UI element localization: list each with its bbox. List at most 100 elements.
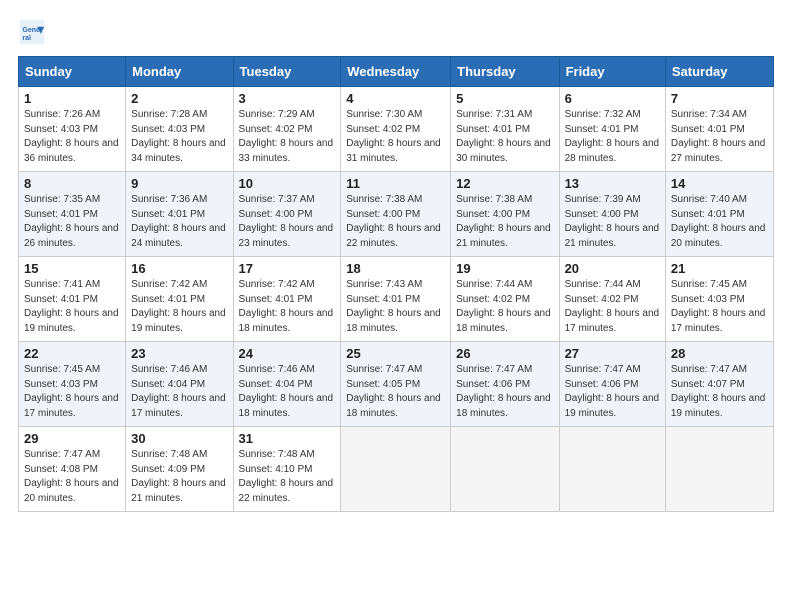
day-number: 12 — [456, 176, 553, 191]
day-cell-content: Sunrise: 7:39 AMSunset: 4:00 PMDaylight:… — [565, 193, 660, 251]
page: Gene- ral Sunday Monday Tuesday Wednesda… — [0, 0, 792, 612]
calendar-header-row: Sunday Monday Tuesday Wednesday Thursday… — [19, 57, 774, 87]
day-cell-content: Sunrise: 7:29 AMSunset: 4:02 PMDaylight:… — [239, 108, 336, 166]
col-header-thursday: Thursday — [451, 57, 559, 87]
day-number: 4 — [346, 91, 445, 106]
day-number: 18 — [346, 261, 445, 276]
day-cell-content: Sunrise: 7:32 AMSunset: 4:01 PMDaylight:… — [565, 108, 660, 166]
table-row: 1Sunrise: 7:26 AMSunset: 4:03 PMDaylight… — [19, 87, 126, 172]
table-row: 22 Sunrise: 7:45 AMSunset: 4:03 PMDayligh… — [19, 342, 126, 427]
day-number: 6 — [565, 91, 660, 106]
table-row: 26 Sunrise: 7:47 AMSunset: 4:06 PMDayligh… — [451, 342, 559, 427]
table-row: 25 Sunrise: 7:47 AMSunset: 4:05 PMDayligh… — [341, 342, 451, 427]
table-row — [665, 427, 773, 512]
day-cell-content: Sunrise: 7:48 AMSunset: 4:09 PMDaylight:… — [131, 448, 227, 506]
day-cell-content: Sunrise: 7:28 AMSunset: 4:03 PMDaylight:… — [131, 108, 227, 166]
table-row — [451, 427, 559, 512]
day-number: 13 — [565, 176, 660, 191]
day-number: 27 — [565, 346, 660, 361]
day-number: 11 — [346, 176, 445, 191]
day-cell-content: Sunrise: 7:47 AMSunset: 4:07 PMDaylight:… — [671, 363, 768, 421]
table-row — [559, 427, 665, 512]
table-row: 30 Sunrise: 7:48 AMSunset: 4:09 PMDayligh… — [126, 427, 233, 512]
day-number: 2 — [131, 91, 227, 106]
day-cell-content: Sunrise: 7:42 AMSunset: 4:01 PMDaylight:… — [131, 278, 227, 336]
calendar-table: Sunday Monday Tuesday Wednesday Thursday… — [18, 56, 774, 512]
day-cell-content: Sunrise: 7:41 AMSunset: 4:01 PMDaylight:… — [24, 278, 120, 336]
logo: Gene- ral — [18, 18, 50, 46]
calendar-week-row: 8Sunrise: 7:35 AMSunset: 4:01 PMDaylight… — [19, 172, 774, 257]
table-row: 3 Sunrise: 7:29 AMSunset: 4:02 PMDaylight… — [233, 87, 341, 172]
table-row: 9 Sunrise: 7:36 AMSunset: 4:01 PMDaylight… — [126, 172, 233, 257]
calendar-week-row: 1Sunrise: 7:26 AMSunset: 4:03 PMDaylight… — [19, 87, 774, 172]
day-number: 20 — [565, 261, 660, 276]
day-cell-content: Sunrise: 7:46 AMSunset: 4:04 PMDaylight:… — [131, 363, 227, 421]
table-row: 10 Sunrise: 7:37 AMSunset: 4:00 PMDayligh… — [233, 172, 341, 257]
col-header-monday: Monday — [126, 57, 233, 87]
day-number: 7 — [671, 91, 768, 106]
table-row: 17Sunrise: 7:42 AMSunset: 4:01 PMDayligh… — [233, 257, 341, 342]
day-number: 25 — [346, 346, 445, 361]
day-number: 15 — [24, 261, 120, 276]
calendar-week-row: 29 Sunrise: 7:47 AMSunset: 4:08 PMDayligh… — [19, 427, 774, 512]
table-row: 28 Sunrise: 7:47 AMSunset: 4:07 PMDayligh… — [665, 342, 773, 427]
table-row: 8Sunrise: 7:35 AMSunset: 4:01 PMDaylight… — [19, 172, 126, 257]
day-number: 24 — [239, 346, 336, 361]
day-cell-content: Sunrise: 7:36 AMSunset: 4:01 PMDaylight:… — [131, 193, 227, 251]
day-number: 28 — [671, 346, 768, 361]
day-cell-content: Sunrise: 7:40 AMSunset: 4:01 PMDaylight:… — [671, 193, 768, 251]
table-row: 18Sunrise: 7:43 AMSunset: 4:01 PMDayligh… — [341, 257, 451, 342]
day-cell-content: Sunrise: 7:34 AMSunset: 4:01 PMDaylight:… — [671, 108, 768, 166]
day-cell-content: Sunrise: 7:48 AMSunset: 4:10 PMDaylight:… — [239, 448, 336, 506]
col-header-friday: Friday — [559, 57, 665, 87]
day-cell-content: Sunrise: 7:31 AMSunset: 4:01 PMDaylight:… — [456, 108, 553, 166]
day-number: 29 — [24, 431, 120, 446]
table-row: 16 Sunrise: 7:42 AMSunset: 4:01 PMDayligh… — [126, 257, 233, 342]
day-number: 3 — [239, 91, 336, 106]
day-cell-content: Sunrise: 7:47 AMSunset: 4:05 PMDaylight:… — [346, 363, 445, 421]
table-row: 29 Sunrise: 7:47 AMSunset: 4:08 PMDayligh… — [19, 427, 126, 512]
table-row: 27 Sunrise: 7:47 AMSunset: 4:06 PMDayligh… — [559, 342, 665, 427]
day-cell-content: Sunrise: 7:26 AMSunset: 4:03 PMDaylight:… — [24, 108, 120, 166]
col-header-sunday: Sunday — [19, 57, 126, 87]
col-header-saturday: Saturday — [665, 57, 773, 87]
day-number: 19 — [456, 261, 553, 276]
day-number: 23 — [131, 346, 227, 361]
table-row: 7 Sunrise: 7:34 AMSunset: 4:01 PMDaylight… — [665, 87, 773, 172]
day-number: 30 — [131, 431, 227, 446]
table-row: 23 Sunrise: 7:46 AMSunset: 4:04 PMDayligh… — [126, 342, 233, 427]
table-row: 5 Sunrise: 7:31 AMSunset: 4:01 PMDaylight… — [451, 87, 559, 172]
calendar-week-row: 22 Sunrise: 7:45 AMSunset: 4:03 PMDayligh… — [19, 342, 774, 427]
day-number: 22 — [24, 346, 120, 361]
day-cell-content: Sunrise: 7:44 AMSunset: 4:02 PMDaylight:… — [456, 278, 553, 336]
day-cell-content: Sunrise: 7:44 AMSunset: 4:02 PMDaylight:… — [565, 278, 660, 336]
day-cell-content: Sunrise: 7:45 AMSunset: 4:03 PMDaylight:… — [24, 363, 120, 421]
col-header-tuesday: Tuesday — [233, 57, 341, 87]
day-cell-content: Sunrise: 7:47 AMSunset: 4:08 PMDaylight:… — [24, 448, 120, 506]
day-cell-content: Sunrise: 7:47 AMSunset: 4:06 PMDaylight:… — [456, 363, 553, 421]
day-cell-content: Sunrise: 7:30 AMSunset: 4:02 PMDaylight:… — [346, 108, 445, 166]
day-cell-content: Sunrise: 7:38 AMSunset: 4:00 PMDaylight:… — [346, 193, 445, 251]
table-row: 21Sunrise: 7:45 AMSunset: 4:03 PMDayligh… — [665, 257, 773, 342]
day-number: 16 — [131, 261, 227, 276]
day-number: 10 — [239, 176, 336, 191]
table-row: 12 Sunrise: 7:38 AMSunset: 4:00 PMDayligh… — [451, 172, 559, 257]
day-number: 9 — [131, 176, 227, 191]
table-row: 14 Sunrise: 7:40 AMSunset: 4:01 PMDayligh… — [665, 172, 773, 257]
day-number: 5 — [456, 91, 553, 106]
table-row: 15 Sunrise: 7:41 AMSunset: 4:01 PMDayligh… — [19, 257, 126, 342]
day-number: 17 — [239, 261, 336, 276]
day-cell-content: Sunrise: 7:47 AMSunset: 4:06 PMDaylight:… — [565, 363, 660, 421]
day-number: 26 — [456, 346, 553, 361]
svg-text:ral: ral — [22, 35, 31, 42]
day-cell-content: Sunrise: 7:46 AMSunset: 4:04 PMDaylight:… — [239, 363, 336, 421]
col-header-wednesday: Wednesday — [341, 57, 451, 87]
calendar-week-row: 15 Sunrise: 7:41 AMSunset: 4:01 PMDayligh… — [19, 257, 774, 342]
day-number: 14 — [671, 176, 768, 191]
day-cell-content: Sunrise: 7:35 AMSunset: 4:01 PMDaylight:… — [24, 193, 120, 251]
day-cell-content: Sunrise: 7:38 AMSunset: 4:00 PMDaylight:… — [456, 193, 553, 251]
day-cell-content: Sunrise: 7:37 AMSunset: 4:00 PMDaylight:… — [239, 193, 336, 251]
table-row: 19 Sunrise: 7:44 AMSunset: 4:02 PMDayligh… — [451, 257, 559, 342]
table-row: 13 Sunrise: 7:39 AMSunset: 4:00 PMDayligh… — [559, 172, 665, 257]
table-row: 4 Sunrise: 7:30 AMSunset: 4:02 PMDaylight… — [341, 87, 451, 172]
